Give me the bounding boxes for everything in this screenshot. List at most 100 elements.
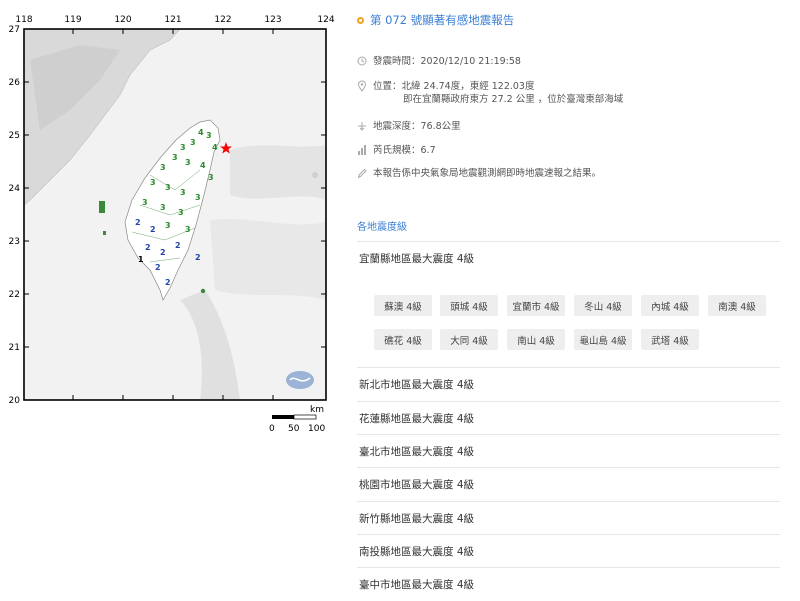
status-dot-icon [357, 16, 364, 24]
intensity-mark: 3 [165, 183, 171, 192]
town-item[interactable]: 冬山 4級 [574, 295, 632, 316]
x-tick-label: 118 [15, 15, 32, 25]
y-tick-label: 23 [9, 237, 20, 247]
intensity-mark: 3 [208, 173, 214, 182]
region-label: 臺北市地區最大震度 4級 [359, 446, 475, 458]
location-line-1: 位置：北緯 24.74度，東經 122.03度 [373, 81, 535, 92]
y-tick-label: 24 [9, 184, 21, 194]
intensity-mark: 3 [180, 143, 186, 152]
map-pin-icon [357, 80, 367, 92]
intensity-mark: 3 [178, 208, 184, 217]
intensity-mark: 2 [145, 243, 151, 252]
earthquake-map: 4343333343333333322332222212 118 119 120 12… [0, 0, 340, 440]
y-tick-label: 26 [9, 78, 21, 88]
depth-label: 地震深度：76.8公里 [373, 121, 461, 132]
y-tick-label: 22 [9, 290, 20, 300]
region-label: 花蓮縣地區最大震度 4級 [359, 413, 475, 425]
town-intensity-list: 蘇澳 4級 頭城 4級 宜蘭市 4級 冬山 4級 內城 4級 南澳 4級 礁花 … [374, 289, 774, 354]
town-item[interactable]: 蘇澳 4級 [374, 295, 432, 316]
region-row-new-taipei[interactable]: 新北市地區最大震度 4級 [357, 367, 780, 401]
intensity-mark: 3 [190, 138, 196, 147]
report-header: 第 072 號顯著有感地震報告 [357, 12, 514, 28]
y-tick-label: 21 [9, 343, 20, 353]
intensity-mark: 1 [138, 255, 144, 264]
intensity-section-title: 各地震度級 [357, 222, 407, 233]
depth-icon [357, 120, 367, 132]
y-tick-label: 20 [9, 396, 21, 406]
region-label: 南投縣地區最大震度 4級 [359, 546, 475, 558]
region-row-yilan[interactable]: 宜蘭縣地區最大震度 4級 [357, 241, 780, 275]
green-island [200, 288, 206, 294]
intensity-mark: 2 [150, 225, 156, 234]
intensity-mark: 3 [150, 178, 156, 187]
intensity-mark: 3 [172, 153, 178, 162]
x-tick-label: 120 [114, 15, 131, 25]
intensity-mark: 2 [165, 278, 171, 287]
region-row-taipei[interactable]: 臺北市地區最大震度 4級 [357, 434, 780, 468]
ocean-relief [230, 145, 326, 200]
x-tick-label: 124 [317, 15, 334, 25]
intensity-mark: 2 [175, 241, 181, 250]
region-label: 桃園市地區最大震度 4級 [359, 479, 475, 491]
yonaguni-island [312, 172, 318, 178]
town-item[interactable]: 武塔 4級 [641, 329, 699, 350]
ocean-relief-2 [210, 218, 326, 300]
y-tick-label: 27 [9, 25, 20, 35]
x-tick-label: 122 [214, 15, 231, 25]
info-magnitude: 芮氏規模：6.7 [357, 144, 436, 157]
intensity-mark: 3 [160, 163, 166, 172]
magnitude-icon [357, 144, 367, 156]
report-note: 本報告係中央氣象局地震觀測網即時地震速報之結果。 [373, 168, 602, 179]
intensity-mark: 2 [135, 218, 141, 227]
region-label: 宜蘭縣地區最大震度 4級 [359, 253, 475, 265]
y-tick-label: 25 [9, 131, 20, 141]
penghu-islet [103, 231, 106, 235]
info-depth: 地震深度：76.8公里 [357, 120, 461, 133]
region-row-taichung[interactable]: 臺中市地區最大震度 4級 [357, 567, 780, 601]
town-item[interactable]: 頭城 4級 [440, 295, 498, 316]
x-tick-label: 119 [64, 15, 81, 25]
town-item[interactable]: 礁花 4級 [374, 329, 432, 350]
scale-tick-100: 100 [308, 424, 325, 434]
report-title: 第 072 號顯著有感地震報告 [370, 13, 515, 27]
intensity-mark: 3 [206, 131, 212, 140]
intensity-mark: 2 [155, 263, 161, 272]
intensity-mark: 2 [160, 248, 166, 257]
region-row-taoyuan[interactable]: 桃園市地區最大震度 4級 [357, 467, 780, 501]
cwb-logo [286, 371, 314, 389]
intensity-mark: 4 [198, 128, 204, 137]
region-row-hsinchu-county[interactable]: 新竹縣地區最大震度 4級 [357, 501, 780, 535]
location-line-2: 即在宜蘭縣政府東方 27.2 公里 ，位於臺灣東部海域 [403, 94, 624, 105]
intensity-mark: 4 [200, 161, 206, 170]
scale-bar: km 0 50 100 [269, 405, 325, 434]
intensity-mark: 4 [212, 143, 218, 152]
report-panel: 第 072 號顯著有感地震報告 發震時間：2020/12/10 21:19:58… [357, 0, 800, 598]
intensity-mark: 3 [195, 193, 201, 202]
town-item[interactable]: 內城 4級 [641, 295, 699, 316]
scale-tick-0: 0 [269, 424, 275, 434]
clock-icon [357, 55, 367, 67]
region-label: 新竹縣地區最大震度 4級 [359, 513, 475, 525]
info-location: 位置：北緯 24.74度，東經 122.03度 即在宜蘭縣政府東方 27.2 公… [357, 80, 623, 106]
town-item[interactable]: 大同 4級 [440, 329, 498, 350]
region-row-nantou[interactable]: 南投縣地區最大震度 4級 [357, 534, 780, 568]
intensity-mark: 3 [142, 198, 148, 207]
intensity-mark: 3 [165, 221, 171, 230]
penghu-islands [99, 201, 105, 213]
pencil-icon [357, 167, 367, 179]
x-tick-label: 121 [164, 15, 181, 25]
info-note: 本報告係中央氣象局地震觀測網即時地震速報之結果。 [357, 167, 601, 180]
town-item[interactable]: 龜山島 4級 [574, 329, 632, 350]
time-label: 發震時間：2020/12/10 21:19:58 [373, 56, 521, 67]
intensity-mark: 3 [160, 203, 166, 212]
intensity-mark: 3 [185, 225, 191, 234]
town-item[interactable]: 宜蘭市 4級 [507, 295, 565, 316]
magnitude-label: 芮氏規模：6.7 [373, 145, 436, 156]
info-time: 發震時間：2020/12/10 21:19:58 [357, 55, 521, 68]
town-item[interactable]: 南山 4級 [507, 329, 565, 350]
map-svg: 4 3433333 43333333322 3 3222221 2 118 119 120 12… [9, 15, 335, 434]
scale-unit: km [310, 405, 324, 415]
region-row-hualien[interactable]: 花蓮縣地區最大震度 4級 [357, 401, 780, 435]
intensity-mark: 3 [185, 158, 191, 167]
town-item[interactable]: 南澳 4級 [708, 295, 766, 316]
